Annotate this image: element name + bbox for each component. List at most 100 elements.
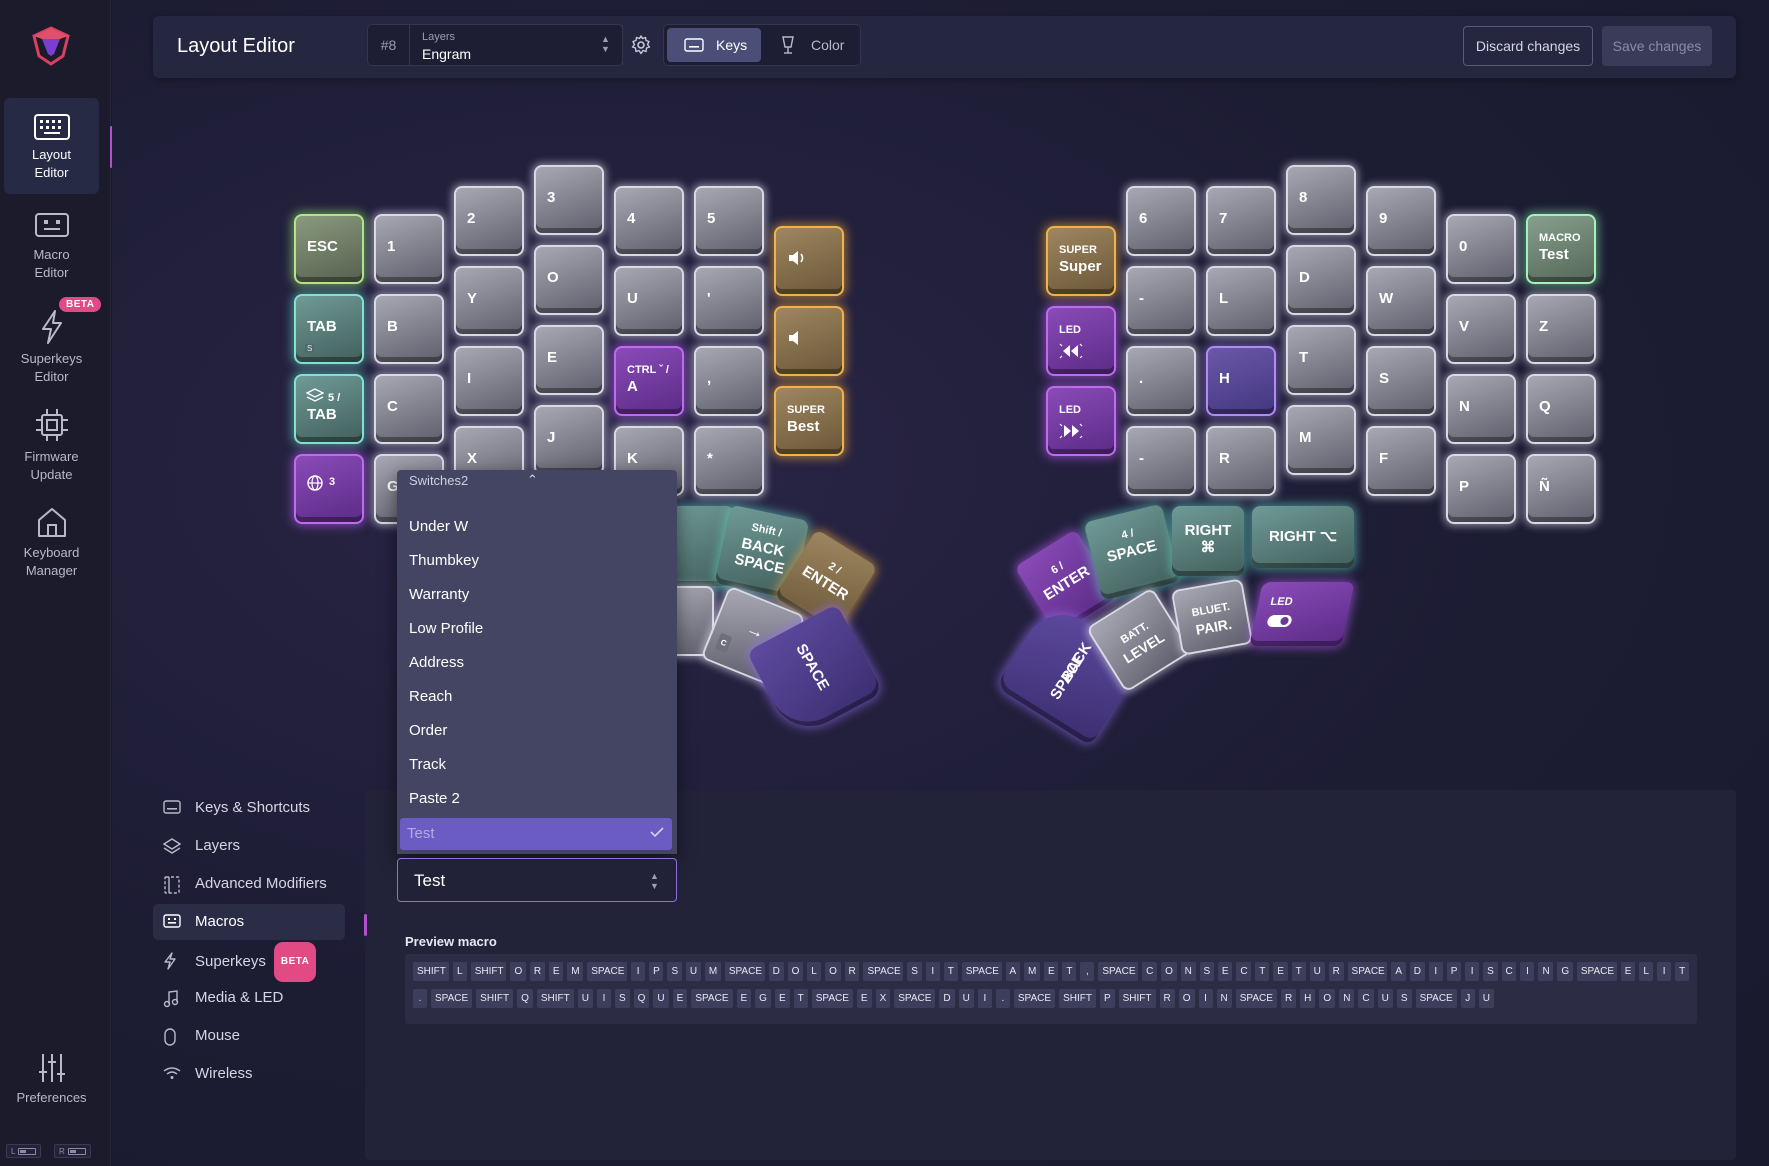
key-n[interactable]: N [1446,374,1516,444]
key-right-alt[interactable]: RIGHT ⌥ [1252,506,1354,568]
tab-wireless[interactable]: Wireless [153,1056,345,1092]
dropdown-item[interactable]: Reach [409,682,452,712]
key-right-cmd[interactable]: RIGHT ⌘ [1172,506,1244,576]
tab-layers[interactable]: Layers [153,828,345,864]
macro-select[interactable]: Test ▲ ▼ [397,858,677,902]
dropdown-item-selected[interactable]: Test [400,818,672,850]
key-j[interactable]: J [534,405,604,475]
key-3[interactable]: 3 [534,165,604,235]
dropdown-item[interactable]: Track [409,750,446,780]
key-z[interactable]: Z [1526,294,1596,364]
key-1[interactable]: 1 [374,214,444,284]
macro-token: T [1675,962,1690,981]
tab-advanced-modifiers[interactable]: Advanced Modifiers [153,866,345,902]
key-small-label: 5 / [328,392,341,404]
dropdown-item[interactable]: Warranty [409,580,469,610]
key-bluetooth-pair[interactable]: BLUET. PAIR. [1170,578,1254,656]
scroll-up-icon[interactable]: ⌃ [527,472,538,488]
key-q[interactable]: Q [1526,374,1596,444]
key-tab[interactable]: TAB S [294,294,364,364]
nav-preferences[interactable]: Preferences [4,1052,99,1105]
tab-media-led[interactable]: Media & LED [153,980,345,1016]
key-o[interactable]: O [534,245,604,315]
key-comma[interactable]: , [694,346,764,416]
macro-token: G [755,989,771,1008]
key-ctrl-a[interactable]: CTRL ˇ / A [614,346,684,416]
key-dash[interactable]: - [1126,266,1196,336]
key-7[interactable]: 7 [1206,186,1276,256]
key-led-next[interactable]: LED [1046,386,1116,456]
dropdown-item[interactable]: Paste 2 [409,784,460,814]
led-next-icon [1059,423,1083,439]
key-period[interactable]: . [1126,346,1196,416]
key-d[interactable]: D [1286,245,1356,315]
macro-token: D [768,962,784,981]
dropdown-item[interactable]: Address [409,648,464,678]
key-2[interactable]: 2 [454,186,524,256]
key-f[interactable]: F [1366,426,1436,496]
key-l[interactable]: L [1206,266,1276,336]
key-p[interactable]: P [1446,454,1516,524]
updown-icon: ▲ ▼ [650,871,659,891]
macro-token: R [844,962,860,981]
key-6[interactable]: 6 [1126,186,1196,256]
key-label: F [1379,450,1389,467]
key-t[interactable]: T [1286,325,1356,395]
key-5[interactable]: 5 [694,186,764,256]
key-b[interactable]: B [374,294,444,364]
key-super-super[interactable]: SUPER Super [1046,226,1116,296]
tab-label: Wireless [195,1065,253,1082]
key-v[interactable]: V [1446,294,1516,364]
dropdown-item[interactable]: Thumbkey [409,546,479,576]
key-h[interactable]: H [1206,346,1276,416]
key-w[interactable]: W [1366,266,1436,336]
tab-macros[interactable]: Macros [153,904,345,940]
key-label: 0 [1459,238,1468,255]
key-layer5-tab[interactable]: 5 / TAB [294,374,364,444]
key-i[interactable]: I [454,346,524,416]
macro-token: I [925,962,940,981]
key-c[interactable]: C [374,374,444,444]
key-s[interactable]: S [1366,346,1436,416]
macro-token: M [1023,962,1040,981]
preview-row: . SPACE SHIFT Q SHIFT U I S Q U E SPACE E G E T SPACE E X S… [413,989,1689,1012]
macro-token: U [1377,989,1393,1008]
key-4[interactable]: 4 [614,186,684,256]
macro-token: P [649,962,664,981]
key-e[interactable]: E [534,325,604,395]
key-label: 5 [707,210,716,227]
key-8[interactable]: 8 [1286,165,1356,235]
key-macro-test[interactable]: MACRO Test [1526,214,1596,284]
key-y[interactable]: Y [454,266,524,336]
key-esc[interactable]: ESC [294,214,364,284]
key-label: ' [707,290,711,307]
dropdown-item[interactable]: Low Profile [409,614,483,644]
dropdown-item[interactable]: Switches2 [409,474,468,488]
key-label: 1 [387,238,396,255]
key-asterisk[interactable]: * [694,426,764,496]
macro-token: I [631,962,646,981]
tab-mouse[interactable]: Mouse [153,1018,345,1054]
key-super-best[interactable]: SUPER Best [774,386,844,456]
key-enye[interactable]: Ñ [1526,454,1596,524]
key-minus[interactable]: - [1126,426,1196,496]
key-label: P [1459,478,1470,495]
tab-keys-shortcuts[interactable]: Keys & Shortcuts [153,790,345,826]
key-led-toggle[interactable]: LED [1249,582,1355,646]
key-volume-up[interactable] [774,226,844,296]
key-9[interactable]: 9 [1366,186,1436,256]
macro-select-value: Test [414,871,446,890]
key-r[interactable]: R [1206,426,1276,496]
key-u[interactable]: U [614,266,684,336]
macro-token: R [1159,989,1175,1008]
key-m[interactable]: M [1286,405,1356,475]
key-0[interactable]: 0 [1446,214,1516,284]
key-apostrophe[interactable]: ' [694,266,764,336]
key-layer3[interactable]: 3 [294,454,364,524]
tab-superkeys[interactable]: Superkeys BETA [153,942,345,982]
dropdown-item[interactable]: Order [409,716,447,746]
key-led-prev[interactable]: LED [1046,306,1116,376]
dropdown-item[interactable]: Under W [409,512,468,542]
key-volume-down[interactable] [774,306,844,376]
key-label: TAB [307,318,337,335]
